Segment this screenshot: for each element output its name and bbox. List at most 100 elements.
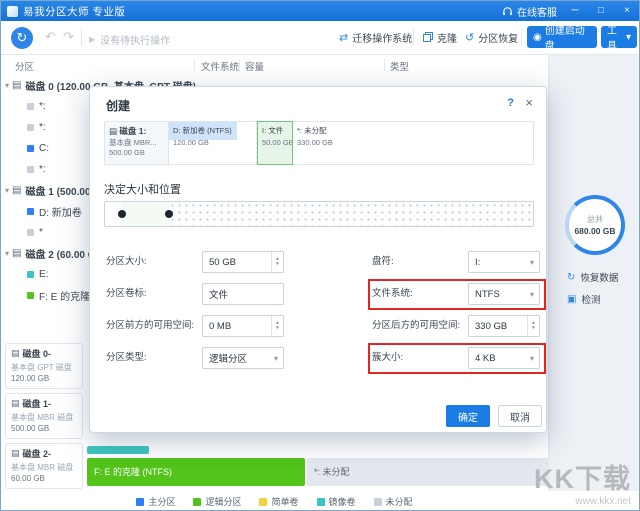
slider-dotted-track [169, 202, 533, 226]
partition-color-swatch [27, 291, 34, 299]
disk-card-1[interactable]: ▤ 磁盘 1- 基本盘 MBR 磁盘 500.00 GB [5, 393, 83, 439]
partition-size-slider[interactable] [104, 201, 534, 227]
partition-color-swatch [27, 144, 34, 152]
tree-row-partition[interactable]: *: [27, 117, 46, 137]
tree-row-label: *: [39, 163, 46, 175]
filesystem-value: NTFS [475, 288, 500, 300]
space-after-stepper[interactable]: 330 GB ▲ ▼ [468, 315, 540, 337]
maximize-button[interactable]: □ [593, 3, 609, 19]
caret-down-icon[interactable]: ▾ [5, 81, 9, 90]
online-service-button[interactable]: 在线客服 [502, 4, 557, 19]
dialog-close-button[interactable]: × [525, 95, 533, 110]
help-icon[interactable]: ? [507, 97, 514, 109]
volume-label-input[interactable]: 文件 [202, 283, 284, 305]
segment-title: D: 新加卷 (NTFS) [173, 126, 232, 135]
chevron-down-icon: ▾ [625, 31, 631, 43]
window-title: 易我分区大师 专业版 [23, 5, 126, 18]
clone-label: 克隆 [437, 34, 457, 45]
partition-type-select[interactable]: 逻辑分区 ▾ [202, 347, 284, 369]
volume-label-label: 分区卷标: [106, 288, 147, 299]
migrate-os-icon: ⇄ [339, 32, 349, 44]
tools-button[interactable]: 工具 ▾ [601, 26, 637, 52]
tree-row-partition[interactable]: * [27, 222, 43, 242]
filesystem-select[interactable]: NTFS ▾ [468, 283, 540, 305]
clone-button[interactable]: 克隆 [423, 30, 457, 45]
partition-type-label: 分区类型: [106, 352, 147, 363]
stepper-down-icon[interactable]: ▼ [531, 326, 536, 331]
disk1-strip-partial-segment[interactable] [87, 446, 149, 454]
cancel-button[interactable]: 取消 [498, 405, 542, 427]
dialog-disk-size: 500.00 GB [109, 148, 145, 157]
tree-row-label: F: E 的克隆 [39, 291, 91, 303]
tree-row-partition[interactable]: F: E 的克隆 [27, 285, 90, 305]
partition-recovery-button[interactable]: ↺ 分区恢复 [465, 30, 518, 45]
migrate-os-button[interactable]: ⇄ 迁移操作系统 [339, 30, 412, 45]
chevron-down-icon: ▾ [529, 353, 534, 363]
stepper-down-icon[interactable]: ▼ [275, 326, 280, 331]
disk-card-2[interactable]: ▤ 磁盘 2- 基本盘 MBR 磁盘 60.00 GB [5, 443, 83, 489]
dialog-disk-strip: ▤ 磁盘 1: 基本盘 MBR... 500.00 GB D: 新加卷 (NTF… [104, 121, 534, 165]
dialog-segment-d[interactable]: D: 新加卷 (NTFS) 120.00 GB [169, 122, 257, 164]
legend-item-primary: 主分区 [136, 495, 175, 508]
space-after-value: 330 GB [475, 320, 508, 332]
partition-size-stepper[interactable]: 50 GB ▲ ▼ [202, 251, 284, 273]
ok-button[interactable]: 确定 [446, 405, 490, 427]
create-boot-disk-button[interactable]: ◉ 创建启动盘 [527, 26, 597, 52]
chevron-down-icon: ▾ [529, 257, 534, 267]
dialog-disk-sub: 基本盘 MBR... [109, 138, 157, 147]
legend-item-logical: 逻辑分区 [193, 495, 241, 508]
dialog-segment-unallocated[interactable]: *: 未分配 330.00 GB [293, 122, 533, 164]
redo-button[interactable]: ↷ [63, 29, 74, 45]
stepper-down-icon[interactable]: ▼ [275, 262, 280, 267]
tree-row-partition[interactable]: *: [27, 159, 46, 179]
legend-swatch [136, 497, 145, 506]
stepper-arrows[interactable]: ▲ ▼ [271, 316, 283, 336]
dialog-segment-i-selected[interactable]: I: 文件 50.00 GB [257, 121, 293, 165]
sidebar-action-recover-data[interactable]: ↻ 恢复数据 [567, 270, 618, 285]
migrate-os-label: 迁移操作系统 [352, 34, 413, 45]
tree-row-partition[interactable]: *: [27, 96, 46, 116]
legend-label: 主分区 [148, 497, 176, 507]
tree-row-partition[interactable]: E: [27, 264, 48, 284]
close-button[interactable]: × [619, 3, 635, 19]
minimize-button[interactable]: ─ [567, 3, 583, 19]
disk-icon: ▤ [109, 126, 118, 136]
space-before-stepper[interactable]: 0 MB ▲ ▼ [202, 315, 284, 337]
disk-card-size: 120.00 GB [11, 374, 50, 383]
disk-card-0[interactable]: ▤ 磁盘 0- 基本盘 GPT 磁盘 120.00 GB [5, 343, 83, 389]
partition-recovery-label: 分区恢复 [478, 34, 519, 45]
disk-card-name: 磁盘 1- [22, 399, 52, 409]
legend-swatch [259, 497, 268, 506]
tree-row-partition[interactable]: D: 新加卷 [27, 201, 82, 221]
volume-label-value: 文件 [209, 290, 229, 301]
drive-letter-select[interactable]: I: ▾ [468, 251, 540, 273]
app-logo-icon [7, 5, 18, 17]
disk2-segment-unallocated[interactable]: *: 未分配 [307, 458, 569, 486]
caret-down-icon[interactable]: ▾ [5, 186, 9, 195]
disk-icon: ▤ [12, 184, 22, 196]
disk2-segment-f[interactable]: F: E 的克隆 (NTFS) [87, 458, 305, 486]
partition-recovery-icon: ↺ [465, 32, 475, 44]
partition-type-legend: 主分区 逻辑分区 简单卷 镜像卷 未分配 [1, 491, 548, 510]
toolbar-divider [413, 29, 414, 46]
online-service-label: 在线客服 [517, 7, 557, 19]
segment-size: 120.00 GB [173, 138, 209, 147]
column-header-capacity: 容量 [245, 62, 265, 73]
play-icon: ▶ [89, 35, 96, 44]
tree-row-label: *: [39, 100, 46, 112]
undo-button[interactable]: ↶ [45, 29, 56, 45]
legend-label: 未分配 [385, 497, 413, 507]
column-divider [384, 59, 385, 71]
column-header-filesystem: 文件系统 [201, 62, 240, 73]
refresh-button[interactable]: ↻ [11, 27, 33, 49]
partition-color-swatch [27, 165, 34, 173]
caret-down-icon[interactable]: ▾ [5, 249, 9, 258]
disk-card-name: 磁盘 2- [22, 449, 52, 459]
cluster-size-select[interactable]: 4 KB ▾ [468, 347, 540, 369]
partition-color-swatch [27, 270, 34, 278]
stepper-arrows[interactable]: ▲ ▼ [527, 316, 539, 336]
stepper-arrows[interactable]: ▲ ▼ [271, 252, 283, 272]
sidebar-action-detect[interactable]: ▣ 检测 [567, 292, 600, 307]
tree-row-partition[interactable]: C: [27, 138, 49, 158]
tree-row-label: D: 新加卷 [39, 207, 82, 219]
